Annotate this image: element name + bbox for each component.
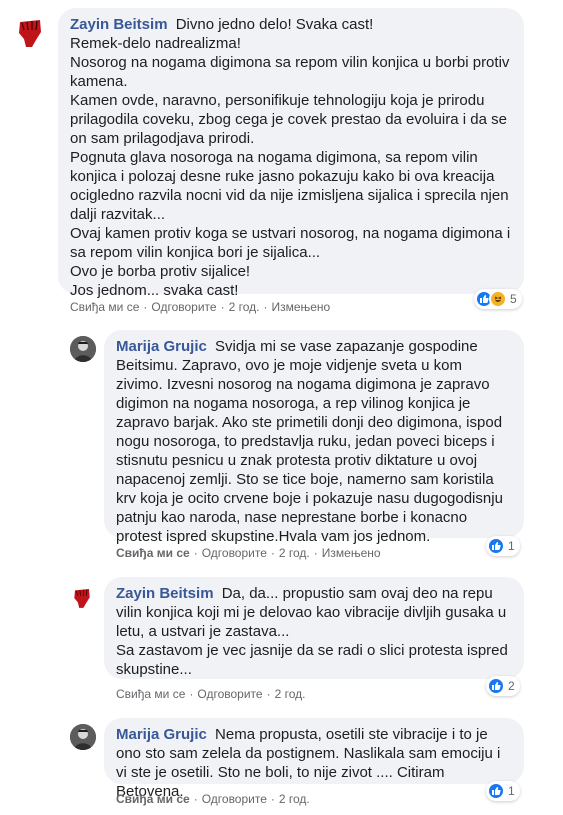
timestamp[interactable]: 2 год. [229, 300, 260, 314]
separator-dot: · [270, 792, 275, 806]
comment-actions: Свиђа ми се · Одговорите · 2 год. · Изме… [70, 300, 330, 314]
comment-bubble: Zayin Beitsim Divno jedno delo! Svaka ca… [58, 8, 524, 299]
avatar[interactable] [70, 336, 96, 362]
avatar[interactable] [70, 724, 96, 750]
reaction-count: 2 [508, 679, 515, 693]
separator-dot: · [143, 300, 148, 314]
separator-dot: · [270, 546, 275, 560]
comment-author[interactable]: Marija Grujic [116, 338, 207, 355]
separator-dot: · [220, 300, 225, 314]
edited-label[interactable]: Измењено [322, 546, 381, 560]
like-icon [487, 677, 505, 695]
reply-button[interactable]: Одговорите [197, 687, 262, 701]
avatar[interactable] [68, 582, 96, 610]
raised-fist-icon [11, 11, 49, 49]
comment-author[interactable]: Marija Grujic [116, 726, 207, 743]
haha-icon [489, 290, 507, 308]
separator-dot: · [193, 546, 198, 560]
separator-dot: · [189, 687, 194, 701]
comment-actions: Свиђа ми се · Одговорите · 2 год. [116, 687, 305, 701]
like-button[interactable]: Свиђа ми се [70, 300, 139, 314]
separator-dot: · [193, 792, 198, 806]
reaction-count: 1 [508, 539, 515, 553]
reaction-count: 1 [508, 784, 515, 798]
reaction-summary[interactable]: 1 [486, 781, 520, 801]
reaction-summary[interactable]: 2 [486, 676, 520, 696]
raised-fist-icon [68, 582, 96, 610]
comment-bubble: Zayin Beitsim Da, da... propustio sam ov… [104, 577, 524, 679]
separator-dot: · [263, 300, 268, 314]
comment-text: Divno jedno delo! Svaka cast! Remek-delo… [70, 16, 511, 299]
profile-photo-icon [70, 336, 96, 362]
separator-dot: · [313, 546, 318, 560]
reaction-summary[interactable]: 1 [486, 536, 520, 556]
like-button[interactable]: Свиђа ми се [116, 792, 190, 806]
like-button[interactable]: Свиђа ми се [116, 546, 190, 560]
like-button[interactable]: Свиђа ми се [116, 687, 185, 701]
separator-dot: · [266, 687, 271, 701]
comment-bubble: Marija Grujic Svidja mi se vase zapazanj… [104, 330, 524, 545]
profile-photo-icon [70, 724, 96, 750]
reaction-summary[interactable]: 5 [474, 289, 522, 309]
timestamp[interactable]: 2 год. [275, 687, 306, 701]
comment-bubble: Marija Grujic Nema propusta, osetili ste… [104, 718, 524, 800]
avatar[interactable] [10, 10, 50, 50]
like-icon [487, 537, 505, 555]
reply-button[interactable]: Одговорите [202, 792, 267, 806]
reply-button[interactable]: Одговорите [151, 300, 216, 314]
reaction-count: 5 [510, 292, 517, 306]
comment-author[interactable]: Zayin Beitsim [116, 585, 214, 602]
like-icon [487, 782, 505, 800]
timestamp[interactable]: 2 год. [279, 792, 310, 806]
comment-text: Svidja mi se vase zapazanje gospodine Be… [116, 338, 508, 545]
comment-author[interactable]: Zayin Beitsim [70, 16, 168, 33]
reply-button[interactable]: Одговорите [202, 546, 267, 560]
comment-actions: Свиђа ми се · Одговорите · 2 год. · Изме… [116, 546, 381, 560]
edited-label[interactable]: Измењено [271, 300, 330, 314]
timestamp[interactable]: 2 год. [279, 546, 310, 560]
comment-actions: Свиђа ми се · Одговорите · 2 год. [116, 792, 310, 806]
